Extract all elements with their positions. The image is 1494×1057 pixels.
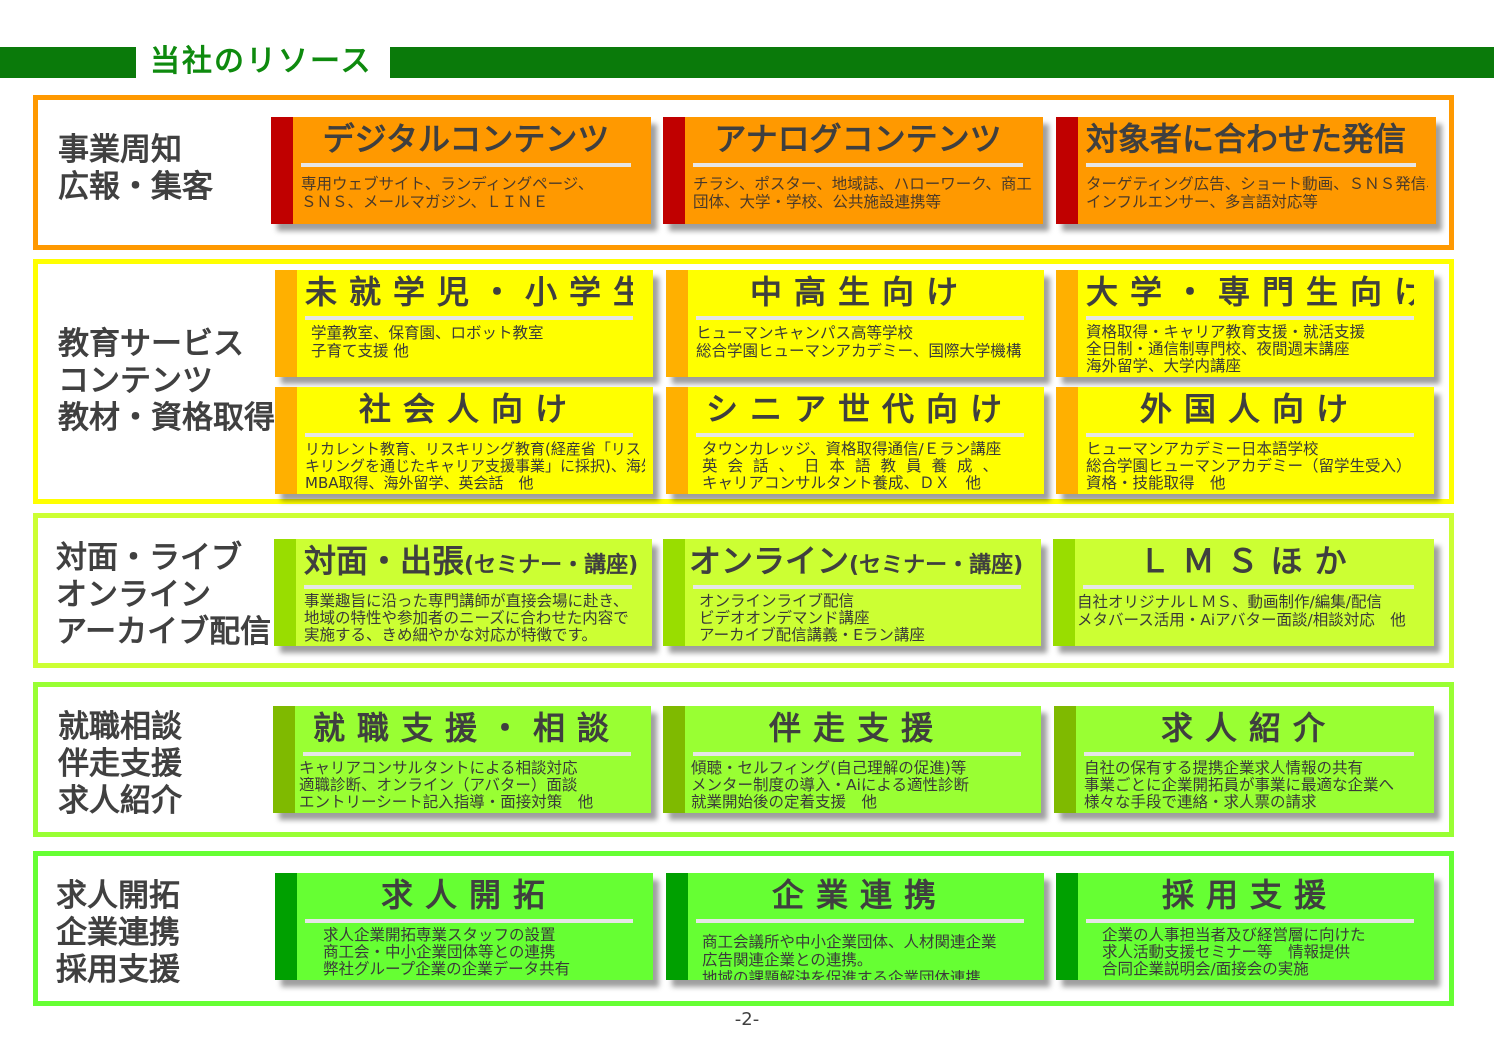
card-hiring-support: 採用支援 企業の人事担当者及び経営層に向けた 求人活動支援セミナー等 情報提供 …: [1056, 873, 1434, 980]
card-job-development: 求人開拓 求人企業開拓専業スタッフの設置 商工会・中小企業団体等との連携 弊社グ…: [275, 873, 653, 980]
card-corporate-partnership: 企業連携 商工会議所や中小企業団体、人材関連企業 広告関連企業との連携。 地域の…: [666, 873, 1044, 980]
section-label: 就職相談 伴走支援 求人紹介: [58, 709, 182, 819]
section-label: 事業周知 広報・集客: [58, 132, 213, 205]
header-bar-left: [0, 47, 136, 78]
card-job-support: 就職支援・相談 キャリアコンサルタントによる相談対応 適職診断、オンライン（アバ…: [273, 706, 651, 813]
card-title: アナログコンテンツ: [714, 120, 1002, 158]
card-title: 就職支援・相談: [312, 709, 621, 747]
card-description: チラシ、ポスター、地域誌、ハローワーク、商工 団体、大学・学校、公共施設連携等: [693, 175, 1032, 211]
card-targeted-outreach: 対象者に合わせた発信 ターゲティング広告、ショート動画、ＳＮＳ発信、 インフルエ…: [1056, 117, 1436, 224]
section-label: 教育サービス コンテンツ 教材・資格取得: [58, 326, 275, 436]
card-title: 未就学児・小学生: [305, 273, 633, 311]
card-title: 対象者に合わせた発信: [1086, 120, 1407, 158]
card-title: 求人紹介: [1160, 709, 1337, 747]
card-description: 自社オリジナルＬＭＳ、動画制作/編集/配信 メタバース活用・Aiアバター面談/相…: [1077, 593, 1406, 629]
card-description: ヒューマンアカデミー日本語学校 総合学園ヒューマンアカデミー（留学生受入） 資格…: [1086, 441, 1412, 492]
card-title: 伴走支援: [768, 709, 945, 747]
card-digital-content: デジタルコンテンツ 専用ウェブサイト、ランディングページ、 ＳＮＳ、メールマガジ…: [271, 117, 651, 224]
card-description: リカレント教育、リスキリング教育(経産省「リス キリングを通じたキャリア支援事業…: [305, 441, 645, 492]
card-title: 採用支援: [1161, 876, 1338, 914]
card-description: ヒューマンキャンパス高等学校 総合学園ヒューマンアカデミー、国際大学機構: [696, 324, 1022, 360]
card-preschool-elementary: 未就学児・小学生 学童教室、保育園、ロボット教室 子育て支援 他: [275, 270, 653, 377]
card-description: 求人企業開拓専業スタッフの設置 商工会・中小企業団体等との連携 弊社グループ企業…: [323, 927, 571, 978]
card-description: 自社の保有する提携企業求人情報の共有 事業ごとに企業開拓員が事業に最適な企業へ …: [1084, 760, 1395, 811]
card-title: ＬＭＳほか: [1138, 542, 1359, 580]
card-junior-high: 中高生向け ヒューマンキャンパス高等学校 総合学園ヒューマンアカデミー、国際大学…: [666, 270, 1044, 377]
page-number: -2-: [734, 1009, 760, 1030]
card-description: 事業趣旨に沿った専門講師が直接会場に赴き、 地域の特性や参加者のニーズに合わせた…: [304, 593, 629, 644]
section-label: 求人開拓 企業連携 採用支援: [56, 878, 180, 988]
header-bar-right: [390, 47, 1494, 78]
card-job-referral: 求人紹介 自社の保有する提携企業求人情報の共有 事業ごとに企業開拓員が事業に最適…: [1054, 706, 1434, 813]
card-accompaniment: 伴走支援 傾聴・セルフィング(自己理解の促進)等 メンター制度の導入・Aiによる…: [663, 706, 1041, 813]
card-description: 資格取得・キャリア教育支援・就活支援 全日制・通信制専門校、夜間週末講座 海外留…: [1086, 324, 1366, 375]
card-title: 大学・専門生向け: [1086, 273, 1414, 311]
card-title: デジタルコンテンツ: [322, 120, 610, 158]
section-label: 対面・ライブ オンライン アーカイブ配信: [56, 540, 272, 650]
card-title: 対面・出張(セミナー・講座): [304, 542, 639, 580]
card-working-adults: 社会人向け リカレント教育、リスキリング教育(経産省「リス キリングを通じたキャ…: [275, 387, 653, 494]
card-title: 企業連携: [771, 876, 948, 914]
card-university: 大学・専門生向け 資格取得・キャリア教育支援・就活支援 全日制・通信制専門校、夜…: [1056, 270, 1434, 377]
card-description: 商工会議所や中小企業団体、人材関連企業 広告関連企業との連携。 地域の課題解決を…: [702, 933, 997, 980]
card-title: 求人開拓: [380, 876, 557, 914]
card-description: タウンカレッジ、資格取得通信/Ｅラン講座 英会話、日本語教員養成、 キャリアコン…: [702, 441, 1009, 492]
card-seniors: シニア世代向け タウンカレッジ、資格取得通信/Ｅラン講座 英会話、日本語教員養成…: [666, 387, 1044, 494]
page-title: 当社のリソース: [150, 44, 373, 79]
card-analog-content: アナログコンテンツ チラシ、ポスター、地域誌、ハローワーク、商工 団体、大学・学…: [663, 117, 1043, 224]
card-lms: ＬＭＳほか 自社オリジナルＬＭＳ、動画制作/編集/配信 メタバース活用・Aiアバ…: [1053, 539, 1434, 646]
card-description: 学童教室、保育園、ロボット教室 子育て支援 他: [311, 324, 544, 360]
card-in-person: 対面・出張(セミナー・講座) 事業趣旨に沿った専門講師が直接会場に赴き、 地域の…: [274, 539, 652, 646]
card-description: オンラインライブ配信 ビデオオンデマンド講座 アーカイブ配信講義・Eラン講座: [699, 593, 925, 644]
card-title: 外国人向け: [1139, 390, 1360, 428]
card-description: 企業の人事担当者及び経営層に向けた 求人活動支援セミナー等 情報提供 合同企業説…: [1102, 927, 1366, 978]
card-description: 傾聴・セルフィング(自己理解の促進)等 メンター制度の導入・Aiによる適性診断 …: [691, 760, 969, 811]
card-title: オンライン(セミナー・講座): [689, 542, 1024, 580]
card-description: 専用ウェブサイト、ランディングページ、 ＳＮＳ、メールマガジン、ＬＩＮＥ: [301, 175, 594, 211]
card-foreigners: 外国人向け ヒューマンアカデミー日本語学校 総合学園ヒューマンアカデミー（留学生…: [1056, 387, 1434, 494]
card-title: シニア世代向け: [705, 390, 1014, 428]
card-description: キャリアコンサルタントによる相談対応 適職診断、オンライン（アバター）面談 エン…: [299, 760, 594, 811]
card-title: 中高生向け: [749, 273, 970, 311]
card-online: オンライン(セミナー・講座) オンラインライブ配信 ビデオオンデマンド講座 アー…: [663, 539, 1041, 646]
card-title: 社会人向け: [358, 390, 579, 428]
card-description: ターゲティング広告、ショート動画、ＳＮＳ発信、 インフルエンサー、多言語対応等: [1086, 175, 1428, 211]
